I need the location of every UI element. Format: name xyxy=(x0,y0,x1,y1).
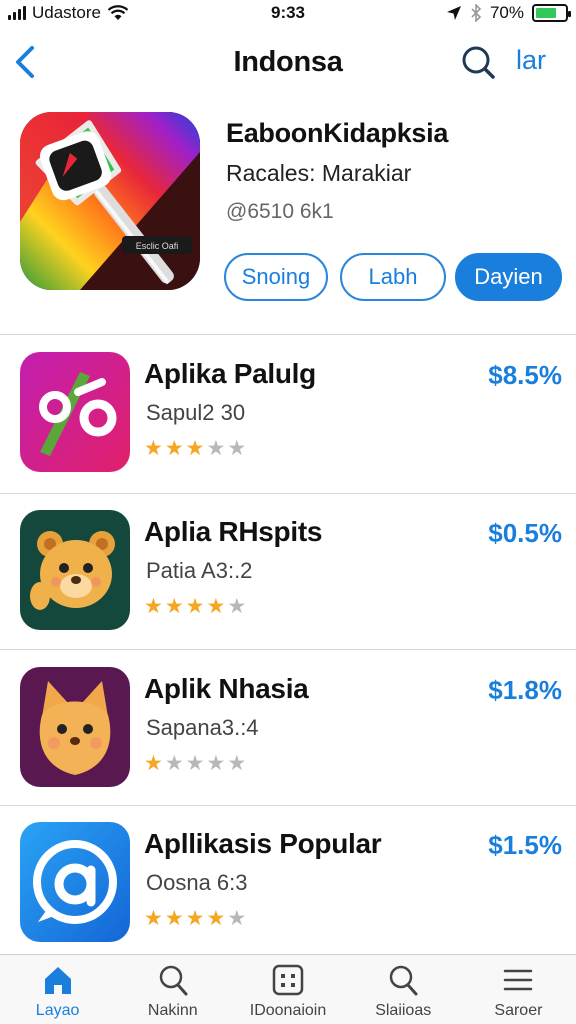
app-subtitle: Oosna 6:3 xyxy=(146,870,248,895)
hero-app-icon[interactable]: Esclic Oafi xyxy=(20,112,200,290)
percent-icon xyxy=(20,352,130,472)
app-name: Apllikasis Popular xyxy=(144,828,382,859)
hero-primary-button[interactable]: Dayien xyxy=(455,253,562,301)
star-rating: ★ ★ ★ ★ ★ xyxy=(144,596,246,617)
star-filled-icon: ★ xyxy=(144,752,163,775)
app-icon-percent xyxy=(20,352,130,472)
tab-item[interactable]: Layao xyxy=(0,955,115,1024)
divider xyxy=(0,334,576,335)
location-arrow-icon xyxy=(446,6,461,20)
star-filled-icon: ★ xyxy=(164,437,184,460)
app-icon-cat xyxy=(20,667,130,787)
app-icon-letter-a xyxy=(20,822,130,942)
battery-level xyxy=(536,8,556,18)
letter-a-icon xyxy=(20,822,130,942)
bluetooth-icon xyxy=(471,4,482,22)
tab-label: Saroer xyxy=(494,1002,543,1019)
hero-app-title: EaboonKidapksia xyxy=(226,118,449,148)
price-button[interactable]: $0.5% xyxy=(488,518,562,549)
divider xyxy=(0,805,576,806)
app-subtitle: Sapana3.:4 xyxy=(146,715,259,740)
app-name: Aplik Nhasia xyxy=(144,673,309,704)
paint-brush-icon: Esclic Oafi xyxy=(20,112,200,290)
list-item[interactable]: Aplia RHspits Patia A3:.2 ★ ★ ★ ★ ★ $0.5% xyxy=(0,510,576,650)
chevron-left-icon xyxy=(16,46,34,78)
carrier-label: Udastore xyxy=(32,3,101,22)
hero-button-2[interactable]: Labh xyxy=(340,253,446,301)
tab-bar: Layao Nakinn IDoonaioin Slaiioas Saroer xyxy=(0,954,576,1024)
app-subtitle: Patia A3:.2 xyxy=(146,558,253,583)
tab-label: IDoonaioin xyxy=(249,1002,327,1019)
tab-item[interactable]: IDoonaioin xyxy=(230,955,345,1024)
star-rating: ★ ★ ★ ★ ★ xyxy=(144,438,246,459)
status-right: 70% xyxy=(446,3,571,23)
list-item[interactable]: Aplika Palulg Sapul2 30 ★ ★ ★ ★ ★ $8.5% xyxy=(0,352,576,492)
star-empty-icon: ★ xyxy=(206,437,226,460)
star-empty-icon: ★ xyxy=(164,752,184,775)
star-rating: ★ ★ ★ ★ ★ xyxy=(144,753,246,774)
star-filled-icon: ★ xyxy=(185,595,205,618)
star-filled-icon: ★ xyxy=(144,907,163,930)
search-icon xyxy=(159,965,188,996)
price-button[interactable]: $1.5% xyxy=(488,830,562,861)
star-empty-icon: ★ xyxy=(206,752,226,775)
app-name: Aplia RHspits xyxy=(144,516,323,547)
menu-icon xyxy=(504,969,533,991)
battery-icon xyxy=(532,4,571,22)
star-filled-icon: ★ xyxy=(164,907,184,930)
star-empty-icon: ★ xyxy=(227,907,247,930)
star-filled-icon: ★ xyxy=(144,595,163,618)
tab-item[interactable]: Nakinn xyxy=(115,955,230,1024)
back-button[interactable] xyxy=(10,42,40,82)
star-rating: ★ ★ ★ ★ ★ xyxy=(144,908,246,929)
list-item[interactable]: Apllikasis Popular Oosna 6:3 ★ ★ ★ ★ ★ $1.5% xyxy=(0,822,576,962)
nav-right-button[interactable]: lar xyxy=(516,45,546,76)
tab-item[interactable]: Slaiioas xyxy=(346,955,461,1024)
nav-bar: Indonsa lar xyxy=(0,36,576,88)
tab-item[interactable]: Saroer xyxy=(461,955,576,1024)
star-filled-icon: ★ xyxy=(206,595,226,618)
tab-label: Slaiioas xyxy=(375,1002,432,1019)
app-name: Aplika Palulg xyxy=(144,358,316,389)
star-filled-icon: ★ xyxy=(164,595,184,618)
search-icon xyxy=(389,965,418,996)
star-filled-icon: ★ xyxy=(185,907,205,930)
divider xyxy=(0,649,576,650)
search-icon xyxy=(462,46,495,79)
star-empty-icon: ★ xyxy=(185,752,205,775)
star-empty-icon: ★ xyxy=(227,595,247,618)
signal-icon xyxy=(8,6,26,20)
icon-badge-text: Esclic Oafi xyxy=(136,241,179,251)
cat-icon xyxy=(20,667,130,787)
star-filled-icon: ★ xyxy=(185,437,205,460)
price-button[interactable]: $1.8% xyxy=(488,675,562,706)
list-item[interactable]: Aplik Nhasia Sapana3.:4 ★ ★ ★ ★ ★ $1.8% xyxy=(0,667,576,807)
bear-icon xyxy=(20,510,130,630)
star-empty-icon: ★ xyxy=(227,752,247,775)
star-empty-icon: ★ xyxy=(227,437,247,460)
search-button[interactable] xyxy=(460,44,496,80)
wifi-icon xyxy=(107,5,129,20)
app-subtitle: Sapul2 30 xyxy=(146,400,246,425)
app-icon-bear xyxy=(20,510,130,630)
star-filled-icon: ★ xyxy=(206,907,226,930)
battery-percent: 70% xyxy=(489,3,524,22)
hero-app-meta: @6510 6k1 xyxy=(226,200,334,223)
tab-label: Nakinn xyxy=(147,1002,198,1019)
price-button[interactable]: $8.5% xyxy=(488,360,562,391)
star-filled-icon: ★ xyxy=(144,437,163,460)
status-bar: Udastore 9:33 70% xyxy=(0,0,576,26)
grid-icon xyxy=(272,964,304,996)
home-icon xyxy=(44,967,71,994)
tab-label: Layao xyxy=(35,1002,80,1019)
hero-button-1[interactable]: Snoing xyxy=(224,253,328,301)
status-left: Udastore xyxy=(8,3,208,23)
divider xyxy=(0,493,576,494)
hero-app-subtitle: Racales: Marakiar xyxy=(226,160,412,186)
